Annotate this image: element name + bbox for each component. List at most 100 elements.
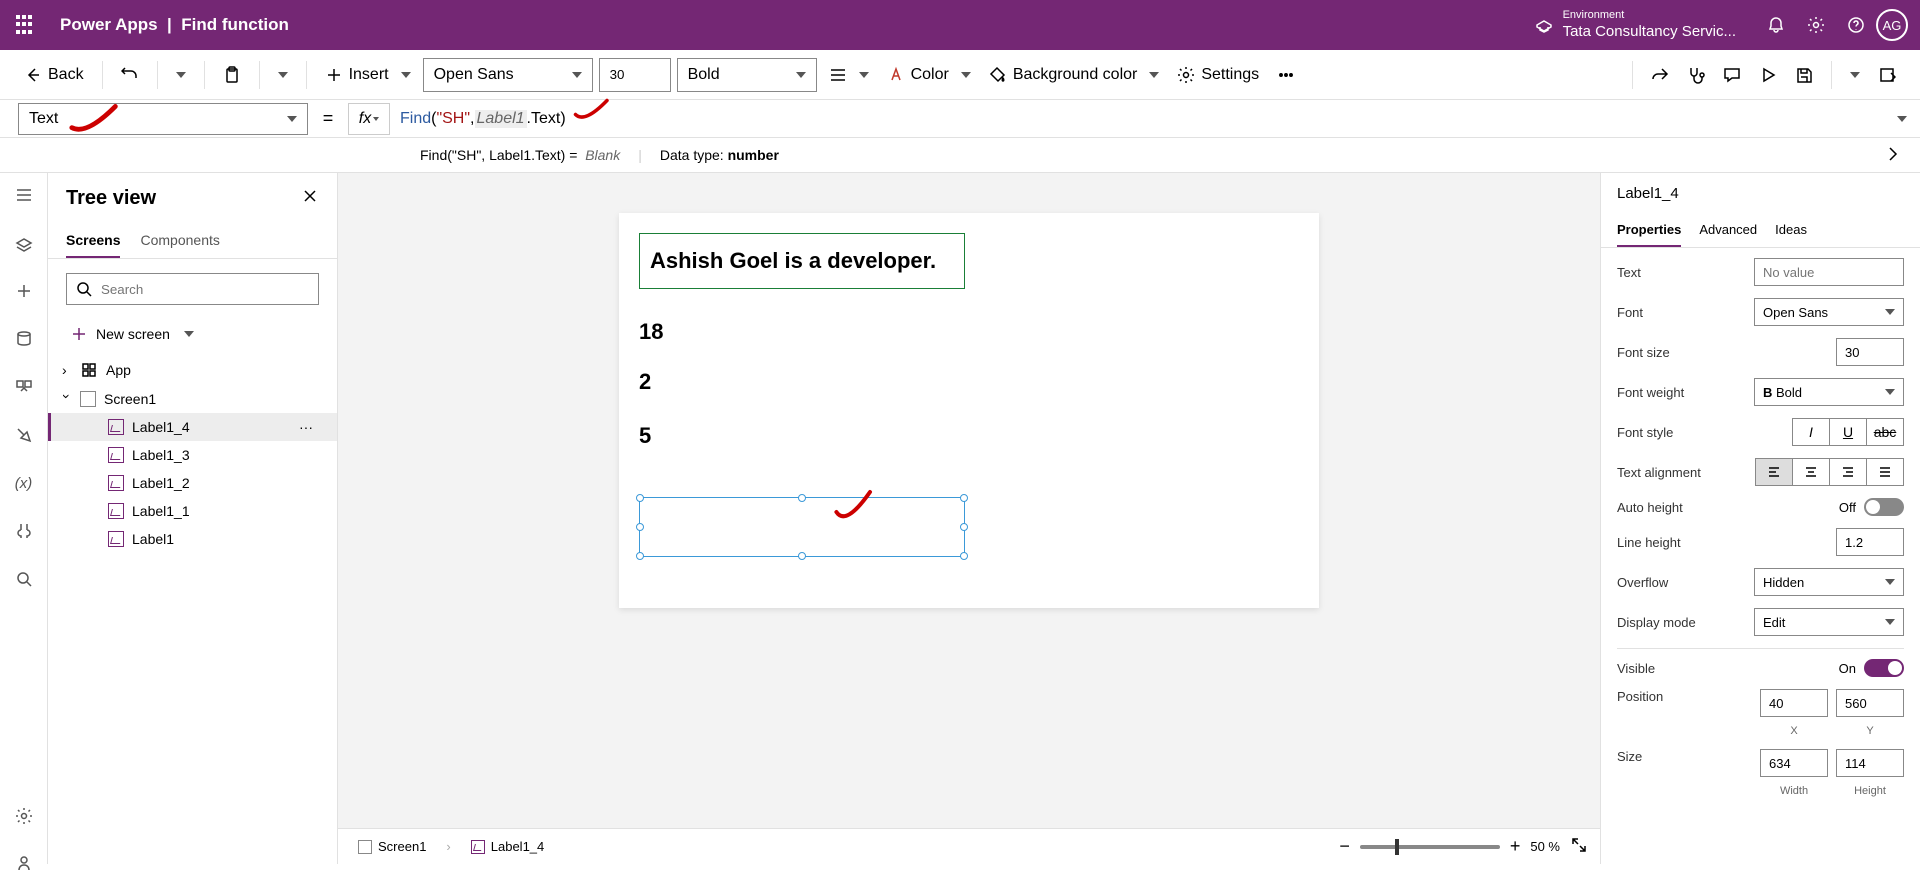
resize-handle[interactable] <box>798 494 806 502</box>
tree-item-more-button[interactable]: ··· <box>289 419 323 435</box>
prop-displaymode-select[interactable]: Edit <box>1754 608 1904 636</box>
canvas-area[interactable]: Ashish Goel is a developer. 18 2 5 <box>338 173 1600 828</box>
prop-font-select[interactable]: Open Sans <box>1754 298 1904 326</box>
copilot-rail-icon[interactable] <box>15 854 33 877</box>
align-center-button[interactable] <box>1792 458 1830 486</box>
hamburger-icon[interactable] <box>12 183 36 207</box>
notifications-icon[interactable] <box>1756 5 1796 45</box>
save-button[interactable] <box>1789 62 1819 88</box>
paste-button[interactable] <box>217 62 247 88</box>
publish-button[interactable] <box>1872 62 1902 88</box>
visible-toggle[interactable] <box>1864 659 1904 677</box>
align-justify-button[interactable] <box>1866 458 1904 486</box>
more-button[interactable] <box>1271 62 1301 88</box>
flows-rail-icon[interactable] <box>12 423 36 447</box>
undo-button[interactable] <box>115 62 145 88</box>
paste-dropdown[interactable] <box>272 68 294 82</box>
insert-rail-icon[interactable] <box>12 279 36 303</box>
prop-lineheight-input[interactable] <box>1836 528 1904 556</box>
tree-item-label1-2[interactable]: Label1_2 <box>48 469 337 497</box>
save-dropdown[interactable] <box>1844 68 1866 82</box>
prop-y-input[interactable] <box>1836 689 1904 717</box>
prop-fontsize-input[interactable] <box>1836 338 1904 366</box>
tree-close-button[interactable] <box>301 187 319 210</box>
tools-rail-icon[interactable] <box>12 519 36 543</box>
resize-handle[interactable] <box>636 494 644 502</box>
fit-screen-button[interactable] <box>1570 836 1588 857</box>
tab-advanced[interactable]: Advanced <box>1699 214 1757 247</box>
breadcrumb-screen[interactable]: Screen1 <box>350 835 434 858</box>
canvas-label-2[interactable]: 2 <box>639 369 1299 395</box>
tab-screens[interactable]: Screens <box>66 224 120 258</box>
prop-width-input[interactable] <box>1760 749 1828 777</box>
back-button[interactable]: Back <box>18 62 90 88</box>
prop-x-input[interactable] <box>1760 689 1828 717</box>
media-rail-icon[interactable] <box>12 375 36 399</box>
tree-item-screen1[interactable]: › Screen1 <box>48 385 337 413</box>
resize-handle[interactable] <box>636 552 644 560</box>
prop-overflow-select[interactable]: Hidden <box>1754 568 1904 596</box>
zoom-slider[interactable] <box>1360 845 1500 849</box>
tree-search-input[interactable] <box>101 282 310 297</box>
resize-handle[interactable] <box>960 523 968 531</box>
tree-item-label1-1[interactable]: Label1_1 <box>48 497 337 525</box>
breadcrumb-control[interactable]: Label1_4 <box>463 835 553 858</box>
canvas-label-5[interactable]: 5 <box>639 423 1299 449</box>
resize-handle[interactable] <box>636 523 644 531</box>
user-avatar[interactable]: AG <box>1876 9 1908 41</box>
align-button[interactable] <box>823 62 875 88</box>
italic-button[interactable]: I <box>1792 418 1830 446</box>
underline-button[interactable]: U <box>1829 418 1867 446</box>
canvas-selected-label[interactable] <box>639 497 965 557</box>
autoheight-toggle[interactable] <box>1864 498 1904 516</box>
variables-rail-icon[interactable]: (x) <box>12 471 36 495</box>
data-rail-icon[interactable] <box>12 327 36 351</box>
environment-selector[interactable]: Environment Tata Consultancy Servic... <box>1535 9 1736 40</box>
font-select[interactable]: Open Sans <box>423 58 593 92</box>
new-screen-button[interactable]: New screen <box>48 319 337 349</box>
align-right-button[interactable] <box>1829 458 1867 486</box>
fx-button[interactable]: fx <box>348 103 390 135</box>
property-select[interactable]: Text <box>18 103 308 135</box>
screen-preview[interactable]: Ashish Goel is a developer. 18 2 5 <box>619 213 1319 608</box>
resize-handle[interactable] <box>798 552 806 560</box>
settings-rail-icon[interactable] <box>15 807 33 830</box>
tree-item-app[interactable]: › App <box>48 355 337 385</box>
tab-properties[interactable]: Properties <box>1617 214 1681 247</box>
insert-button[interactable]: Insert <box>319 62 417 88</box>
prop-text-input[interactable] <box>1754 258 1904 286</box>
tree-view-icon[interactable] <box>12 231 36 255</box>
prop-fontweight-select[interactable]: B Bold <box>1754 378 1904 406</box>
undo-dropdown[interactable] <box>170 68 192 82</box>
play-button[interactable] <box>1753 62 1783 88</box>
tree-search[interactable] <box>66 273 319 305</box>
settings-icon[interactable] <box>1796 5 1836 45</box>
tab-components[interactable]: Components <box>140 224 219 258</box>
strikethrough-button[interactable]: abc <box>1866 418 1904 446</box>
app-checker-button[interactable] <box>1681 62 1711 88</box>
zoom-out-button[interactable]: − <box>1339 836 1350 857</box>
bgcolor-button[interactable]: Background color <box>983 62 1166 88</box>
tree-item-label1-3[interactable]: Label1_3 <box>48 441 337 469</box>
font-weight-select[interactable]: Bold <box>677 58 817 92</box>
formula-expand-button[interactable] <box>1884 116 1920 122</box>
tree-item-label1[interactable]: Label1 <box>48 525 337 553</box>
tab-ideas[interactable]: Ideas <box>1775 214 1807 247</box>
tree-item-label1-4[interactable]: Label1_4 ··· <box>48 413 337 441</box>
share-button[interactable] <box>1645 62 1675 88</box>
app-launcher-icon[interactable] <box>12 11 40 39</box>
settings-button[interactable]: Settings <box>1171 62 1265 88</box>
zoom-in-button[interactable]: + <box>1510 836 1521 857</box>
comments-button[interactable] <box>1717 62 1747 88</box>
search-rail-icon[interactable] <box>12 567 36 591</box>
help-icon[interactable] <box>1836 5 1876 45</box>
canvas-label-main[interactable]: Ashish Goel is a developer. <box>639 233 965 289</box>
canvas-label-18[interactable]: 18 <box>639 319 1299 345</box>
result-next-button[interactable] <box>1884 145 1902 166</box>
resize-handle[interactable] <box>960 494 968 502</box>
align-left-button[interactable] <box>1755 458 1793 486</box>
prop-height-input[interactable] <box>1836 749 1904 777</box>
font-size-input[interactable] <box>599 58 671 92</box>
formula-input[interactable]: Find("SH", Label1.Text) <box>390 107 1884 130</box>
resize-handle[interactable] <box>960 552 968 560</box>
